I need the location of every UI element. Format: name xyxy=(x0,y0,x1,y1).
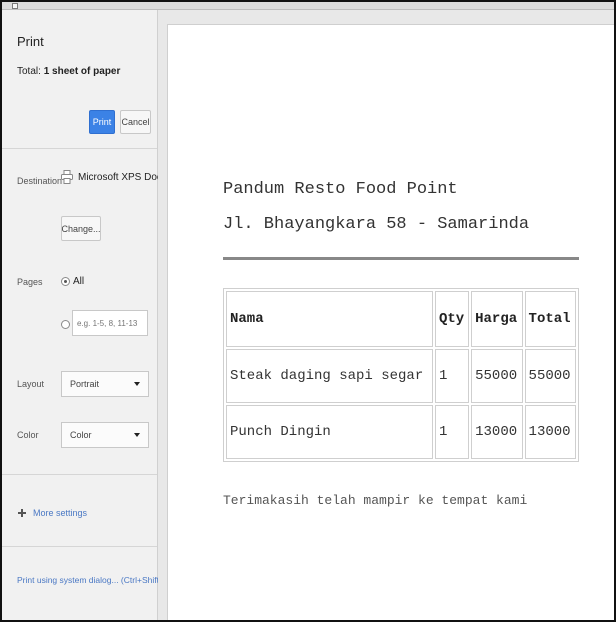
pages-all-radio[interactable] xyxy=(61,277,70,286)
table-header-row: Nama Qty Harga Total xyxy=(226,291,576,347)
color-label: Color xyxy=(17,430,39,440)
print-settings-panel: Print Total: 1 sheet of paper Print Canc… xyxy=(2,10,190,620)
column-header-qty: Qty xyxy=(434,291,470,347)
color-select[interactable]: Color xyxy=(61,422,149,448)
table-row: Steak daging sapi segar 1 55000 55000 xyxy=(226,349,576,403)
page-icon xyxy=(12,3,18,9)
pages-label: Pages xyxy=(17,277,43,287)
cell-qty: 1 xyxy=(434,405,470,459)
table-row: Punch Dingin 1 13000 13000 xyxy=(226,405,576,459)
plus-icon[interactable] xyxy=(17,508,27,518)
column-header-harga: Harga xyxy=(471,291,523,347)
restaurant-name: Pandum Resto Food Point xyxy=(223,180,458,199)
print-preview-window: Print Total: 1 sheet of paper Print Canc… xyxy=(0,0,616,622)
cell-qty: 1 xyxy=(434,349,470,403)
system-dialog-link[interactable]: Print using system dialog... (Ctrl+Shift… xyxy=(17,575,172,585)
preview-page: Pandum Resto Food Point Jl. Bhayangkara … xyxy=(167,24,614,620)
restaurant-address: Jl. Bhayangkara 58 - Samarinda xyxy=(223,215,530,234)
print-button[interactable]: Print xyxy=(89,110,115,134)
thank-you-note: Terimakasih telah mampir ke tempat kami xyxy=(223,493,528,508)
cell-nama: Steak daging sapi segar xyxy=(226,349,433,403)
header-rule xyxy=(223,257,579,260)
cell-harga: 55000 xyxy=(471,349,523,403)
layout-select[interactable]: Portrait xyxy=(61,371,149,397)
cancel-button[interactable]: Cancel xyxy=(120,110,151,134)
print-title: Print xyxy=(17,34,44,49)
cell-total: 13000 xyxy=(524,405,576,459)
destination-label: Destination xyxy=(17,176,63,186)
receipt-table: Nama Qty Harga Total Steak daging sapi s… xyxy=(223,288,579,462)
divider xyxy=(2,148,157,149)
column-header-nama: Nama xyxy=(226,291,433,347)
more-settings-link[interactable]: More settings xyxy=(33,508,87,518)
column-header-total: Total xyxy=(524,291,576,347)
layout-selected-value: Portrait xyxy=(70,379,100,389)
sheet-summary-count: 1 sheet of paper xyxy=(43,66,121,77)
cell-total: 55000 xyxy=(524,349,576,403)
sheet-summary-prefix: Total: xyxy=(17,66,44,77)
pages-all-label: All xyxy=(73,276,85,287)
sheet-summary: Total: 1 sheet of paper xyxy=(17,66,120,77)
chevron-down-icon xyxy=(134,433,140,437)
browser-tab-strip xyxy=(2,2,614,10)
printer-icon xyxy=(61,170,73,184)
cell-nama: Punch Dingin xyxy=(226,405,433,459)
divider xyxy=(2,474,157,475)
change-destination-button[interactable]: Change... xyxy=(61,216,101,241)
pages-range-input[interactable] xyxy=(72,310,148,336)
chevron-down-icon xyxy=(134,382,140,386)
color-selected-value: Color xyxy=(70,430,92,440)
divider xyxy=(2,546,157,547)
layout-label: Layout xyxy=(17,379,45,389)
cell-harga: 13000 xyxy=(471,405,523,459)
pages-range-radio[interactable] xyxy=(61,320,70,329)
print-preview-area: Pandum Resto Food Point Jl. Bhayangkara … xyxy=(158,10,614,620)
